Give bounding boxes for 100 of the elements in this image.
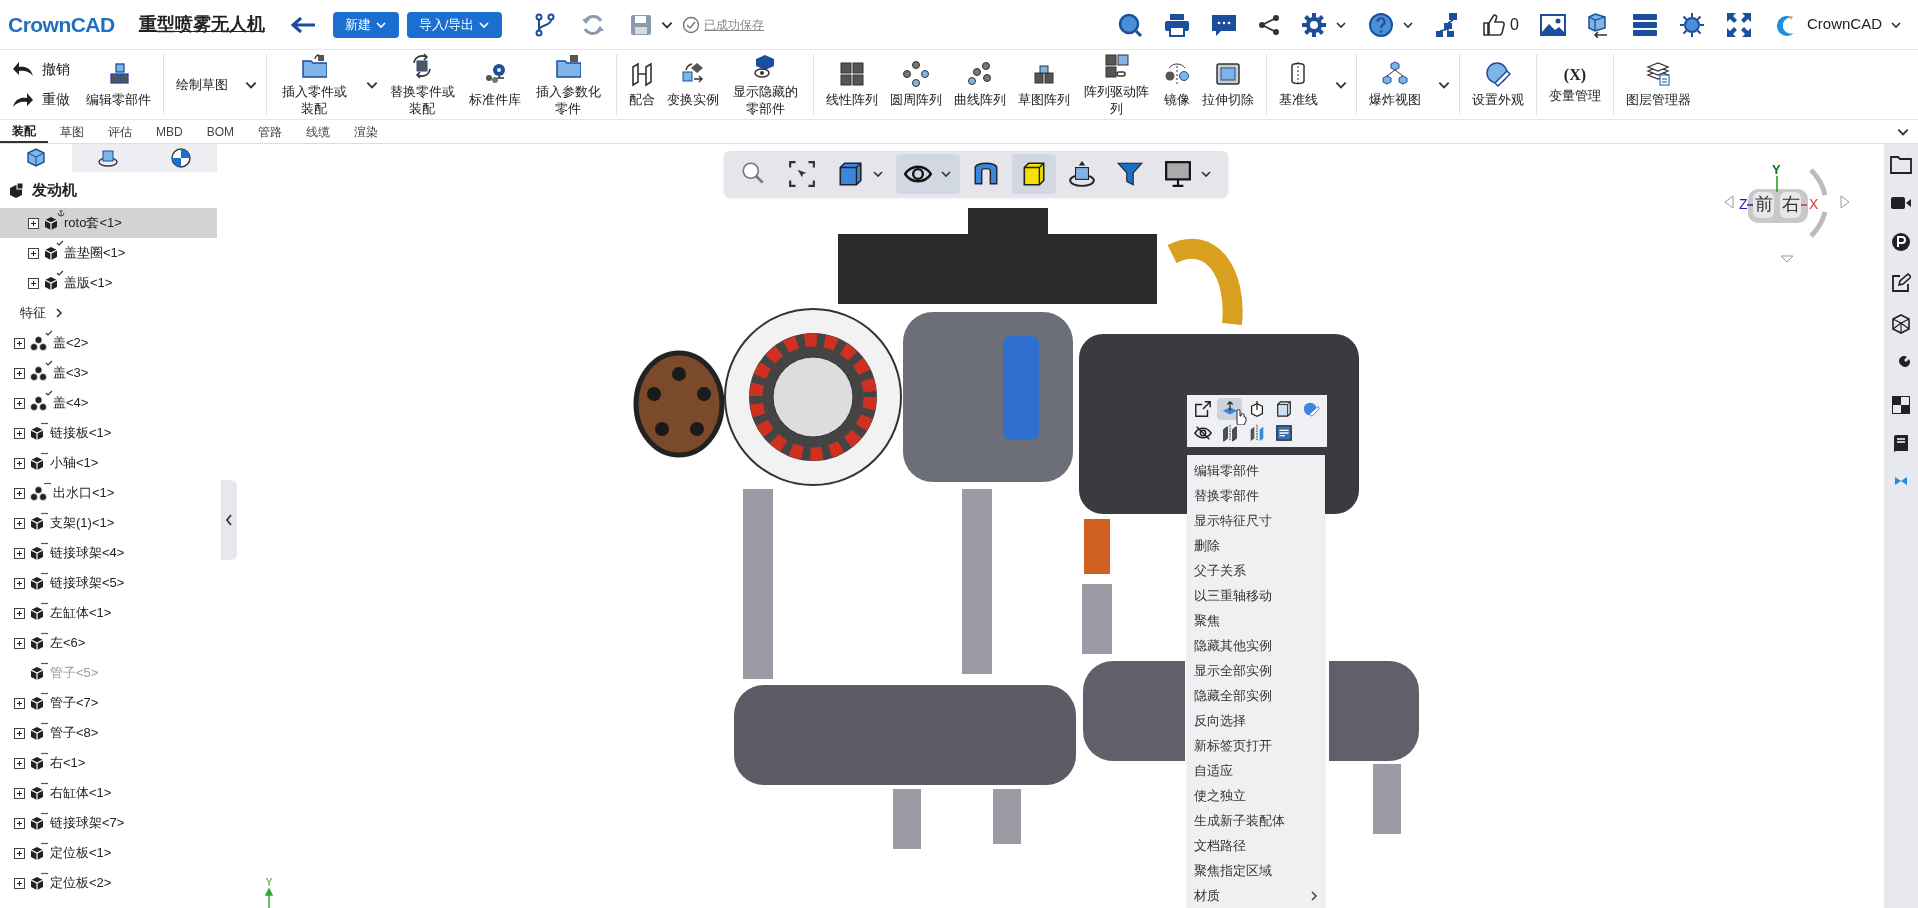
- expand-icon[interactable]: [14, 427, 25, 439]
- tab[interactable]: BOM: [194, 120, 246, 143]
- expand-icon[interactable]: [14, 877, 25, 889]
- expand-icon[interactable]: [14, 577, 25, 589]
- comment-icon[interactable]: [1211, 12, 1238, 37]
- cylinder-drawing[interactable]: [903, 312, 1073, 482]
- top-housing-drawing[interactable]: [838, 208, 1157, 304]
- book-icon[interactable]: [1892, 435, 1910, 455]
- tree-item[interactable]: 链接板<1>: [0, 418, 217, 448]
- toolbar-button[interactable]: 重做: [8, 89, 74, 111]
- tree-item[interactable]: 定位板<1>: [0, 838, 217, 868]
- ribbon-button[interactable]: 绘制草图: [172, 76, 232, 93]
- bow-logo-icon[interactable]: [1894, 476, 1908, 486]
- menu-item[interactable]: 聚焦: [1187, 608, 1325, 633]
- menu-item[interactable]: 文档路径: [1187, 833, 1325, 858]
- ribbon-button[interactable]: 配合: [624, 61, 659, 108]
- expand-icon[interactable]: [14, 397, 25, 409]
- tab[interactable]: 渲染: [342, 120, 390, 143]
- expand-icon[interactable]: [14, 817, 25, 829]
- ribbon-button[interactable]: 圆周阵列: [885, 61, 946, 108]
- app-logo[interactable]: CrownCAD: [8, 8, 115, 41]
- tree-item[interactable]: roto套<1>: [0, 208, 217, 238]
- ribbon-button[interactable]: 显示隐藏的零部件: [726, 52, 805, 117]
- ribbon-button[interactable]: 编辑零部件: [82, 61, 155, 108]
- tree-item[interactable]: 出水口<1>: [0, 478, 217, 508]
- tree-item[interactable]: 右缸体<1>: [0, 778, 217, 808]
- expand-icon[interactable]: [14, 727, 25, 739]
- menu-item[interactable]: 聚焦指定区域: [1187, 858, 1325, 883]
- settings-icon[interactable]: [1301, 11, 1328, 38]
- menu-item[interactable]: 自适应: [1187, 758, 1325, 783]
- expand-icon[interactable]: [28, 277, 39, 289]
- tree-item[interactable]: 支架(1)<1>: [0, 508, 217, 538]
- tree-root-label[interactable]: 发动机: [32, 178, 77, 202]
- ribbon-button[interactable]: (X) 变量管理: [1544, 65, 1605, 104]
- filter-icon[interactable]: [1116, 160, 1144, 188]
- printer-icon[interactable]: [1164, 12, 1191, 37]
- caret-icon[interactable]: [1200, 168, 1212, 180]
- muffler-drawing[interactable]: [1083, 661, 1185, 761]
- ribbon-button[interactable]: 曲线阵列: [949, 61, 1010, 108]
- muffler-end-drawing[interactable]: [1329, 661, 1419, 761]
- ribbon-button[interactable]: 插入零件或装配: [275, 52, 354, 117]
- rotate-view-icon[interactable]: [1068, 160, 1096, 188]
- save-icon[interactable]: [630, 13, 653, 36]
- ribbon-button[interactable]: 线性阵列: [821, 61, 882, 108]
- panel-tab[interactable]: [0, 144, 73, 172]
- image-icon[interactable]: [1540, 13, 1566, 36]
- expand-icon[interactable]: [14, 547, 25, 559]
- menu-item[interactable]: 材质: [1187, 883, 1325, 908]
- edit-icon[interactable]: [1891, 273, 1911, 293]
- menu-item[interactable]: 生成新子装配体: [1187, 808, 1325, 833]
- tree-item[interactable]: 定位板<2>: [0, 868, 217, 898]
- menu-item[interactable]: 编辑零部件: [1187, 458, 1325, 483]
- menu-item[interactable]: 删除: [1187, 533, 1325, 558]
- dropdown-button[interactable]: 新建: [332, 11, 399, 38]
- expand-icon[interactable]: [14, 637, 25, 649]
- menu-item[interactable]: 替换零部件: [1187, 483, 1325, 508]
- propeller-hub-drawing[interactable]: [633, 350, 725, 458]
- tree-item[interactable]: 盖<2>: [0, 328, 217, 358]
- tree-item[interactable]: 左<6>: [0, 628, 217, 658]
- tree-item[interactable]: 链接球架<4>: [0, 538, 217, 568]
- expand-icon[interactable]: [14, 487, 25, 499]
- help-icon[interactable]: [1368, 11, 1395, 38]
- expand-icon[interactable]: [14, 517, 25, 529]
- expand-icon[interactable]: [28, 247, 39, 259]
- user-name[interactable]: CrownCAD: [1807, 13, 1882, 36]
- ribbon-button[interactable]: 拉伸切除: [1197, 61, 1258, 108]
- expand-icon[interactable]: [14, 847, 25, 859]
- ribbon-button[interactable]: 爆炸视图: [1364, 61, 1425, 108]
- tree-item[interactable]: 盖版<1>: [0, 268, 217, 298]
- menu-item[interactable]: 新标签页打开: [1187, 733, 1325, 758]
- ribbon-button[interactable]: 设置外观: [1467, 61, 1528, 108]
- tab[interactable]: 管路: [246, 120, 294, 143]
- expand-icon[interactable]: [28, 217, 39, 229]
- ribbon-button[interactable]: 阵列驱动阵列: [1077, 52, 1156, 117]
- menu-item[interactable]: 隐藏全部实例: [1187, 683, 1325, 708]
- tab[interactable]: 草图: [48, 120, 96, 143]
- toolbar-button[interactable]: 撤销: [8, 58, 74, 80]
- expand-icon[interactable]: [14, 697, 25, 709]
- menu-item[interactable]: 隐藏其他实例: [1187, 633, 1325, 658]
- ribbon-button[interactable]: 标准件库: [465, 61, 526, 108]
- ribbon-button[interactable]: 图层管理器: [1621, 61, 1695, 108]
- features-label[interactable]: 特征: [20, 303, 46, 323]
- expand-icon[interactable]: [14, 337, 25, 349]
- ribbon-button[interactable]: 变换实例: [662, 61, 723, 108]
- tab[interactable]: MBD: [144, 120, 195, 143]
- ribbon-button[interactable]: 替换零件或装配: [383, 52, 462, 117]
- checker-icon[interactable]: [1892, 396, 1910, 414]
- stacked-bars-icon[interactable]: [1632, 12, 1658, 37]
- menu-item[interactable]: 反向选择: [1187, 708, 1325, 733]
- menu-item[interactable]: 显示全部实例: [1187, 658, 1325, 683]
- menu-item[interactable]: 父子关系: [1187, 558, 1325, 583]
- ribbon-button[interactable]: 插入参数化零件: [529, 52, 608, 117]
- motor-disc-drawing[interactable]: [724, 308, 902, 486]
- expand-icon[interactable]: [14, 367, 25, 379]
- tree-item[interactable]: 链接球架<5>: [0, 568, 217, 598]
- tree-item[interactable]: 右<1>: [0, 748, 217, 778]
- menu-item[interactable]: 显示特征尺寸: [1187, 508, 1325, 533]
- tree-item[interactable]: 盖垫圈<1>: [0, 238, 217, 268]
- caret-icon[interactable]: [940, 168, 952, 180]
- muffler-drawing[interactable]: [734, 685, 1076, 785]
